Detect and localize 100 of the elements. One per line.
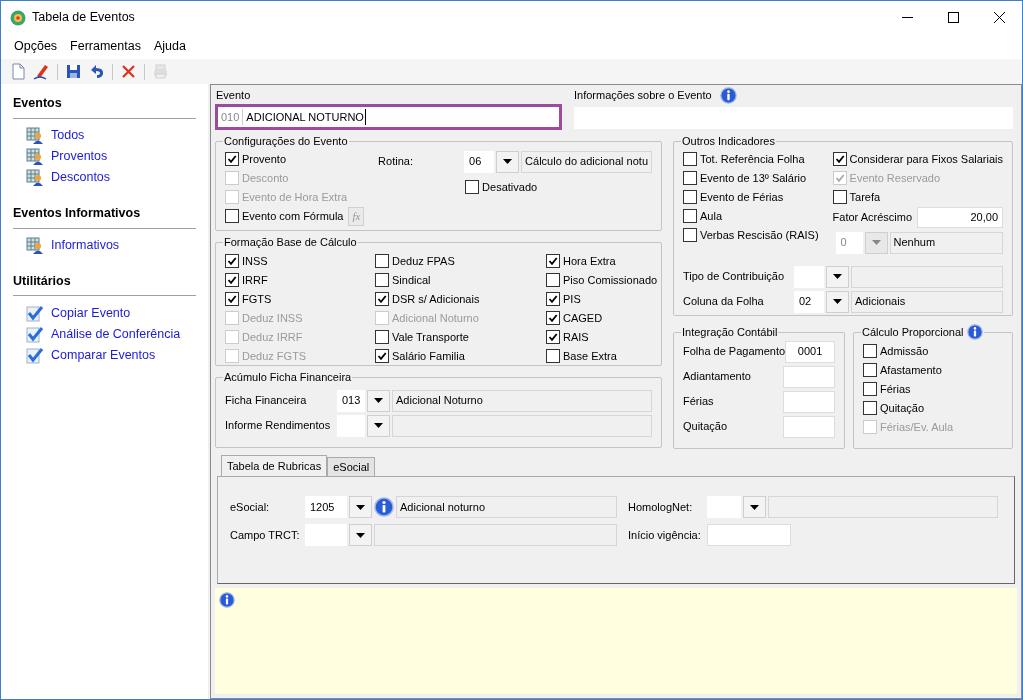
account-field[interactable] [783,365,835,388]
dropdown-button[interactable] [367,414,390,437]
checkbox-label: Salário Familia [392,348,465,364]
checkbox[interactable] [225,209,239,223]
date-field[interactable] [707,524,791,546]
checkbox[interactable] [546,292,560,306]
dropdown-button[interactable] [349,496,372,518]
checkbox[interactable] [225,152,239,166]
field-label: Campo TRCT: [230,527,301,543]
window-title: Tabela de Eventos [32,9,135,27]
checkbox[interactable] [863,344,877,358]
checkbox[interactable] [225,273,239,287]
code-field[interactable]: 06 [464,150,495,173]
factor-field[interactable]: 20,00 [916,207,1003,228]
info-icon[interactable] [966,324,983,341]
dropdown-button[interactable] [743,496,766,518]
checkbox-label: Tarefa [849,189,881,205]
account-field[interactable]: 0001 [785,340,835,363]
dropdown-button[interactable] [349,524,372,546]
table-person-icon [26,147,44,166]
caret-icon [833,299,842,304]
checkbox-label: Considerar para Fixos Salariais [849,151,1003,167]
checkbox-label: Verbas Rescisão (RAIS) [700,227,819,243]
info-icon[interactable] [219,592,235,608]
checkbox[interactable] [225,292,239,306]
sidebar-link[interactable]: Informativos [51,236,120,255]
checkbox-label: Adicional Noturno [392,310,479,326]
checkbox[interactable] [863,382,877,396]
info-icon[interactable] [719,87,737,104]
checkbox[interactable] [683,171,697,185]
field-label: Adiantamento [683,369,751,385]
checkbox[interactable] [546,254,560,268]
checkbox-label: Deduz INSS [242,310,303,326]
dropdown-button[interactable] [496,150,520,173]
close-icon[interactable] [994,12,1005,23]
sidebar-link[interactable]: Proventos [51,147,108,167]
sidebar-link[interactable]: Todos [51,126,85,146]
sidebar-link[interactable]: Copiar Evento [51,303,131,323]
checkbox[interactable] [546,330,560,344]
dropdown-button[interactable] [367,389,390,412]
checkbox-label: Admissão [880,343,929,359]
description-field: Nenhum [889,231,1003,254]
checkbox[interactable] [683,190,697,204]
checkbox-label: Deduz IRRF [242,329,303,345]
dropdown-button[interactable] [826,290,849,313]
checkbox[interactable] [465,180,480,194]
caret-icon [356,504,365,510]
group-title: Cálculo Proporcional [862,325,964,340]
checkbox-label: Deduz FPAS [392,253,455,269]
group-title: Configurações do Evento [224,134,348,149]
code-field[interactable]: 1205 [305,496,347,518]
sidebar-link[interactable]: Comparar Eventos [51,345,156,365]
checkbox-label: Evento de Hora Extra [242,189,348,205]
checkbox[interactable] [832,152,847,166]
menu-item[interactable]: Opções [9,37,63,56]
checkbox[interactable] [225,254,239,268]
sidebar-link[interactable]: Análise de Conferência [51,324,181,344]
menu-item[interactable]: Ferramentas [65,37,146,56]
caret-icon [374,398,383,403]
checkmark-icon [26,304,44,323]
field-label: Coluna da Folha [683,294,765,310]
account-field[interactable] [783,415,835,438]
code-field[interactable]: 013 [337,389,365,412]
field-label: Fator Acréscimo [832,210,913,226]
field-label: HomologNet: [628,499,694,515]
checkbox[interactable] [683,228,697,242]
event-field[interactable]: 010 ADICIONAL NOTURNO [215,104,562,130]
info-icon[interactable] [374,497,394,517]
event-name: ADICIONAL NOTURNO [243,108,366,126]
sidebar-link[interactable]: Descontos [51,168,111,188]
field-label: Tipo de Contribuição [683,269,786,285]
checkbox[interactable] [546,349,560,363]
checkbox[interactable] [546,273,560,287]
code-field[interactable]: 02 [794,290,824,313]
checkbox[interactable] [863,401,877,415]
checkbox[interactable] [546,311,560,325]
tab[interactable]: Tabela de Rubricas [221,455,328,476]
checkbox[interactable] [375,292,389,306]
checkbox[interactable] [375,349,389,363]
field-label: Ficha Financeira [225,393,308,409]
checkbox[interactable] [375,273,389,287]
checkbox-label: IRRF [242,272,268,288]
account-field[interactable] [783,390,835,413]
checkbox[interactable] [375,330,389,344]
checkbox[interactable] [375,254,389,268]
maximize-icon[interactable] [948,12,959,23]
checkbox[interactable] [832,190,847,204]
dropdown-button[interactable] [826,265,849,288]
caret-icon [833,274,842,279]
field-label: Informações sobre o Evento [574,88,712,104]
checkbox[interactable] [683,209,697,223]
save-icon[interactable] [64,62,83,81]
tab[interactable]: eSocial [327,457,376,476]
checkbox[interactable] [683,152,697,166]
checkbox-label: Provento [242,151,287,167]
checkbox-label: INSS [242,253,268,269]
checkbox[interactable] [863,363,877,377]
menu-item[interactable]: Ajuda [148,37,191,56]
checkbox-label: DSR s/ Adicionais [392,291,480,307]
pencil-icon[interactable] [32,62,51,81]
